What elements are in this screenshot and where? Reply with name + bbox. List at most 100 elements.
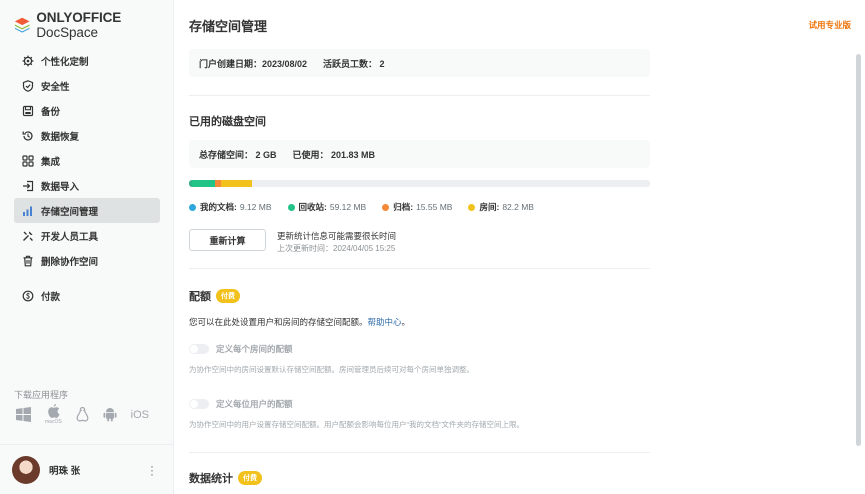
trial-link[interactable]: 试用专业版 <box>808 19 851 31</box>
user-profile[interactable]: 明珠 张 · · · <box>0 444 174 494</box>
room-quota-toggle-row: 定义每个房间的配额 <box>189 343 293 355</box>
sidebar-item-label: 存储空间管理 <box>41 206 99 218</box>
windows-icon <box>16 407 31 422</box>
recalculate-button[interactable]: 重新计算 <box>189 229 266 251</box>
onlyoffice-logo-icon <box>14 17 30 33</box>
trash-icon <box>22 255 34 267</box>
sidebar-item-delete-space[interactable]: 删除协作空间 <box>14 248 160 273</box>
grid-icon <box>22 154 34 167</box>
divider <box>189 95 650 96</box>
apple-icon <box>48 404 60 418</box>
import-icon <box>22 180 34 192</box>
more-options-icon[interactable]: · · · <box>150 460 154 480</box>
sidebar-item-integration[interactable]: 集成 <box>14 148 160 173</box>
legend-item: 房间: 82.2 MB <box>468 201 534 213</box>
legend-dot <box>382 203 390 211</box>
download-windows[interactable] <box>16 407 31 422</box>
sidebar-item-backup[interactable]: 备份 <box>14 98 160 123</box>
payment-icon <box>22 290 34 302</box>
shield-icon <box>22 79 34 92</box>
logo-text-bold: ONLYOFFICE <box>36 10 122 25</box>
storage-usage-bar <box>189 180 650 187</box>
sidebar-item-label: 集成 <box>41 156 61 168</box>
legend-label: 房间: <box>479 202 500 212</box>
page-title: 存储空间管理 <box>189 19 268 34</box>
legend-value: 82.2 MB <box>502 202 534 212</box>
sidebar-item-label: 备份 <box>41 106 61 118</box>
active-users-count: 活跃员工数： 2 <box>323 58 385 69</box>
avatar[interactable] <box>12 455 40 484</box>
sidebar-item-label: 开发人员工具 <box>41 231 99 243</box>
legend-label: 我的文档: <box>200 202 237 212</box>
sidebar-item-security[interactable]: 安全性 <box>14 73 160 98</box>
legend-dot <box>287 203 295 211</box>
divider <box>189 268 650 269</box>
storage-summary-box: 总存储空间： 2 GB 已使用： 201.83 MB <box>189 140 650 168</box>
backup-icon <box>22 105 34 117</box>
room-quota-toggle[interactable] <box>189 344 209 354</box>
room-quota-label: 定义每个房间的配额 <box>216 344 293 354</box>
legend-value: 9.12 MB <box>239 202 272 212</box>
usage-bar-segment <box>221 180 252 187</box>
sidebar-item-restore[interactable]: 数据恢复 <box>14 123 160 148</box>
linux-icon <box>76 407 89 422</box>
user-name: 明珠 张 <box>49 465 81 477</box>
gear-icon <box>22 55 34 67</box>
main-content: 存储空间管理 试用专业版 门户创建日期：2023/08/02 活跃员工数： 2 … <box>174 0 851 494</box>
sidebar-item-storage-management[interactable]: 存储空间管理 <box>14 198 160 223</box>
portal-info-box: 门户创建日期：2023/08/02 活跃员工数： 2 <box>189 49 650 77</box>
sidebar-item-label: 个性化定制 <box>41 56 89 68</box>
user-quota-description: 为协作空间中的用户设置存储空间配额。用户配额会影响每位用户“我的文档”文件夹的存… <box>189 420 524 429</box>
legend-dot <box>468 203 476 211</box>
sidebar-item-label: 安全性 <box>41 81 70 93</box>
user-quota-toggle[interactable] <box>189 399 209 409</box>
used-storage: 已使用： 201.83 MB <box>292 149 376 160</box>
android-icon <box>103 408 117 422</box>
legend-item: 我的文档: 9.12 MB <box>189 201 272 213</box>
paid-badge: 付费 <box>216 289 240 303</box>
total-storage: 总存储空间： 2 GB <box>199 149 277 160</box>
last-update-time: 上次更新时间：2024/04/05 15:25 <box>277 244 396 253</box>
sidebar-item-label: 付款 <box>41 291 61 303</box>
download-ios[interactable]: iOS <box>131 409 149 421</box>
macos-label: macOS <box>45 419 62 425</box>
help-center-link[interactable]: 帮助中心 <box>368 317 402 327</box>
legend-item: 归档: 15.55 MB <box>382 201 452 213</box>
quota-description: 您可以在此处设置用户和房间的存储空间配额。帮助中心。 <box>189 317 411 327</box>
sidebar-item-payments[interactable]: 付款 <box>14 283 160 308</box>
recalculate-note: 更新统计信息可能需要很长时间 <box>277 231 397 241</box>
portal-created-date: 门户创建日期：2023/08/02 <box>199 58 308 69</box>
legend-label: 回收站: <box>298 202 327 212</box>
legend-item: 回收站: 59.12 MB <box>287 201 366 213</box>
storage-usage-legend: 我的文档: 9.12 MB 回收站: 59.12 MB 归档: 15.55 MB 房间: 82… <box>189 201 550 213</box>
usage-bar-segment <box>192 180 215 187</box>
ios-label: iOS <box>130 408 150 421</box>
divider <box>189 452 650 453</box>
user-quota-label: 定义每位用户的配额 <box>216 399 293 409</box>
sidebar-item-developer-tools[interactable]: 开发人员工具 <box>14 223 160 248</box>
bar-chart-icon <box>22 205 34 217</box>
sidebar-item-customization[interactable]: 个性化定制 <box>14 48 160 73</box>
download-apps-list: macOS iOS <box>16 404 163 425</box>
logo-text-light: DocSpace <box>36 25 98 40</box>
room-quota-description: 为协作空间中的房间设置默认存储空间配额。房间管理员后续可对每个房间单独调整。 <box>189 365 474 374</box>
download-macos[interactable]: macOS <box>45 404 62 425</box>
paid-badge: 付费 <box>238 471 262 485</box>
scrollbar-thumb[interactable] <box>856 54 861 446</box>
sidebar-item-label: 数据恢复 <box>41 131 80 143</box>
sidebar-item-label: 数据导入 <box>41 181 80 193</box>
download-apps-title: 下载应用程序 <box>14 390 69 400</box>
sidebar-item-label: 删除协作空间 <box>41 256 99 268</box>
download-android[interactable] <box>103 407 117 422</box>
user-quota-toggle-row: 定义每位用户的配额 <box>189 398 293 410</box>
restore-icon <box>22 130 34 142</box>
legend-dot <box>189 203 196 211</box>
legend-value: 15.55 MB <box>416 202 453 212</box>
tools-icon <box>22 230 34 242</box>
sidebar-item-data-import[interactable]: 数据导入 <box>14 173 160 198</box>
download-linux[interactable] <box>76 407 89 422</box>
legend-label: 归档: <box>393 202 414 212</box>
app-logo[interactable]: ONLYOFFICE DocSpace <box>14 10 173 40</box>
sidebar: ONLYOFFICE DocSpace 个性化定制 安全性 备份 数据恢复 集成… <box>0 0 174 494</box>
statistics-section-title: 数据统计 付费 <box>189 470 262 486</box>
